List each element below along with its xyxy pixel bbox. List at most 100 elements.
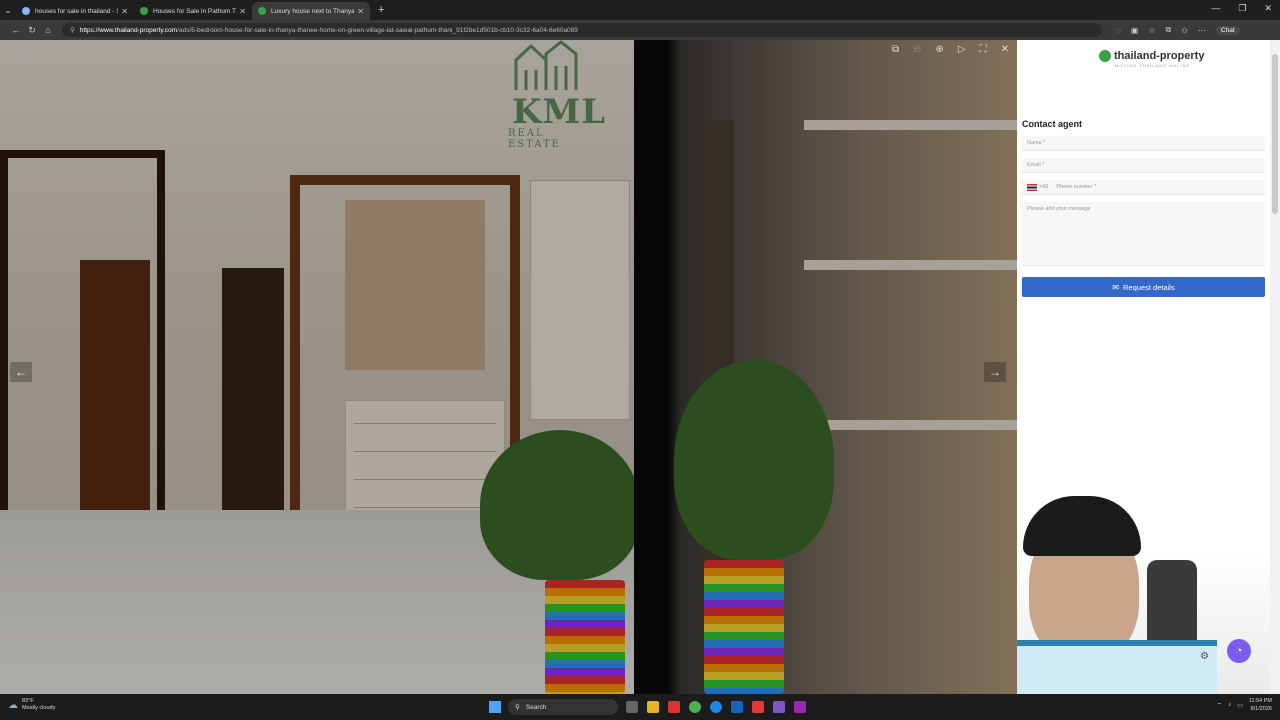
- request-details-label: Request details: [1123, 282, 1175, 292]
- chrome-icon[interactable]: [689, 701, 701, 713]
- chat-widget-icon[interactable]: ◔: [1227, 639, 1251, 663]
- clock[interactable]: 11:54 PM 8/1/2026: [1249, 697, 1272, 713]
- app-icon[interactable]: [794, 701, 806, 713]
- chat-button[interactable]: Chat: [1215, 25, 1240, 35]
- tab-close-icon[interactable]: ✕: [239, 7, 246, 16]
- watermark-main: KML: [512, 92, 607, 132]
- zoom-in-icon[interactable]: ⊕: [936, 44, 944, 55]
- taskbar-search[interactable]: ⚲ Search: [508, 699, 618, 715]
- name-field[interactable]: Name *: [1022, 136, 1265, 151]
- fullscreen-icon[interactable]: ⛶: [980, 44, 987, 55]
- windows-start-icon[interactable]: [489, 701, 501, 713]
- thumbnails-icon[interactable]: ⧉: [892, 44, 899, 55]
- battery-icon[interactable]: ▭: [1237, 702, 1243, 709]
- file-explorer-icon[interactable]: [647, 701, 659, 713]
- url-host: https://www.thailand-property.com: [79, 26, 178, 34]
- video-app-icon[interactable]: [752, 701, 764, 713]
- back-icon[interactable]: ←: [8, 25, 24, 35]
- search-favicon-icon: [22, 7, 30, 15]
- date: 8/1/2026: [1250, 706, 1272, 712]
- scrollbar-thumb[interactable]: [1272, 54, 1278, 214]
- country-code[interactable]: +66: [1039, 184, 1048, 190]
- extensions-icon[interactable]: ⧉: [1166, 25, 1172, 35]
- brand-tagline: MOVING THAILAND ONLINE: [1115, 63, 1191, 68]
- weather-desc: Mostly cloudy: [22, 705, 56, 711]
- next-photo-arrow-icon[interactable]: →: [984, 362, 1006, 382]
- watermark-sub: REAL ESTATE: [508, 128, 561, 150]
- brand-pin-icon: [1099, 50, 1111, 62]
- task-view-icon[interactable]: [626, 701, 638, 713]
- viewer-toolbar: ⧉ ⊖ ⊕ ▷ ⛶ ✕: [892, 44, 1009, 55]
- reader-icon[interactable]: ▣: [1131, 26, 1139, 35]
- black-cap: [1023, 496, 1141, 556]
- pinned-apps: [626, 701, 806, 713]
- tab-2[interactable]: Houses for Sale in Pathum Thani ✕: [134, 2, 252, 20]
- windows-taskbar: ☁ 83°F Mostly cloudy ⚲ Search ⌔ ♪ ▭ 11:5…: [0, 694, 1280, 720]
- url-field[interactable]: ⚲ https://www.thailand-property.com /ads…: [62, 23, 1102, 37]
- building-logo-icon: [514, 40, 578, 90]
- weather-widget[interactable]: ☁ 83°F Mostly cloudy: [8, 698, 55, 712]
- bell-icon[interactable]: ◌: [1116, 26, 1121, 35]
- site-favicon-icon: [140, 7, 148, 15]
- favorites-icon[interactable]: ✩: [1181, 26, 1188, 35]
- star-icon[interactable]: ☆: [1148, 26, 1155, 35]
- close-viewer-icon[interactable]: ✕: [1001, 44, 1009, 55]
- system-tray: ⌔ ♪ ▭ 11:54 PM 8/1/2026: [1217, 697, 1272, 713]
- brand-name: thailand-property: [1114, 50, 1205, 62]
- store-icon[interactable]: [731, 701, 743, 713]
- tab-3-title: Luxury house next to Thanyathani: [271, 7, 355, 15]
- envelope-icon: ✉: [1112, 282, 1119, 292]
- thai-flag-icon[interactable]: [1027, 183, 1037, 191]
- tab-3[interactable]: Luxury house next to Thanyathani ✕: [252, 2, 370, 20]
- site-info-icon[interactable]: ⚲: [70, 26, 75, 34]
- page-scrollbar[interactable]: [1270, 40, 1280, 694]
- search-icon: ⚲: [515, 704, 520, 711]
- photo-counter: 8 / 50: [12, 46, 30, 53]
- minimize-icon[interactable]: —: [1211, 3, 1220, 14]
- close-window-icon[interactable]: ✕: [1264, 3, 1272, 14]
- image-lightbox: KML REAL ESTATE 8 / 50 ⧉ ⊖ ⊕ ▷ ⛶ ✕ ← →: [0, 40, 1017, 694]
- email-field[interactable]: Email *: [1022, 158, 1265, 173]
- phone-field[interactable]: +66 Phone number *: [1022, 180, 1265, 195]
- new-tab-icon[interactable]: +: [378, 4, 384, 16]
- kml-watermark-logo: KML REAL ESTATE: [506, 40, 605, 150]
- settings-gear-icon[interactable]: ⚙: [1200, 651, 1209, 662]
- tab-1-title: houses for sale in thailand - Searc: [35, 7, 118, 15]
- reload-icon[interactable]: ↻: [24, 25, 40, 36]
- request-details-button[interactable]: ✉ Request details: [1022, 277, 1265, 297]
- url-path: /ads/5-bedroom-house-for-sale-in-thanya-…: [177, 26, 578, 34]
- volume-icon[interactable]: ♪: [1228, 702, 1231, 708]
- phone-placeholder: Phone number *: [1056, 184, 1097, 190]
- browser-toolbar-icons: ◌ ▣ ☆ ⧉ ✩ ⋯ Chat: [1116, 25, 1240, 35]
- restore-icon[interactable]: ❐: [1238, 3, 1246, 14]
- site-logo[interactable]: thailand-property MOVING THAILAND ONLINE: [1099, 50, 1205, 68]
- app-icon[interactable]: [668, 701, 680, 713]
- tab-1[interactable]: houses for sale in thailand - Searc ✕: [16, 2, 134, 20]
- site-favicon-icon: [258, 7, 266, 15]
- taskbar-search-label: Search: [525, 703, 547, 711]
- edge-icon[interactable]: [710, 701, 722, 713]
- name-placeholder: Name *: [1027, 140, 1046, 146]
- browser-tab-bar: ⌄ houses for sale in thailand - Searc ✕ …: [0, 0, 1280, 20]
- more-icon[interactable]: ⋯: [1198, 26, 1206, 35]
- jersey: [1017, 640, 1217, 694]
- time: 11:54 PM: [1248, 698, 1272, 704]
- tab-close-icon[interactable]: ✕: [121, 7, 128, 16]
- play-icon[interactable]: ▷: [958, 44, 966, 55]
- email-placeholder: Email *: [1027, 162, 1045, 168]
- tab-close-icon[interactable]: ✕: [357, 7, 364, 16]
- window-controls: — ❐ ✕: [1211, 3, 1272, 14]
- zoom-out-icon[interactable]: ⊖: [913, 44, 921, 55]
- prev-photo-arrow-icon[interactable]: ←: [10, 362, 32, 382]
- contact-agent-heading: Contact agent: [1022, 119, 1083, 129]
- message-field[interactable]: Please add your message: [1022, 202, 1265, 266]
- address-bar-row: ← ↻ ⌂ ⚲ https://www.thailand-property.co…: [0, 20, 1280, 40]
- webcam-overlay: [1017, 490, 1270, 694]
- weather-temp: 83°F: [22, 698, 34, 704]
- discord-icon[interactable]: [773, 701, 785, 713]
- tab-2-title: Houses for Sale in Pathum Thani: [153, 7, 236, 15]
- network-icon[interactable]: ⌔: [1217, 701, 1223, 709]
- message-placeholder: Please add your message: [1027, 206, 1091, 212]
- home-icon[interactable]: ⌂: [40, 25, 56, 35]
- tab-menu-chevron-icon[interactable]: ⌄: [0, 5, 16, 16]
